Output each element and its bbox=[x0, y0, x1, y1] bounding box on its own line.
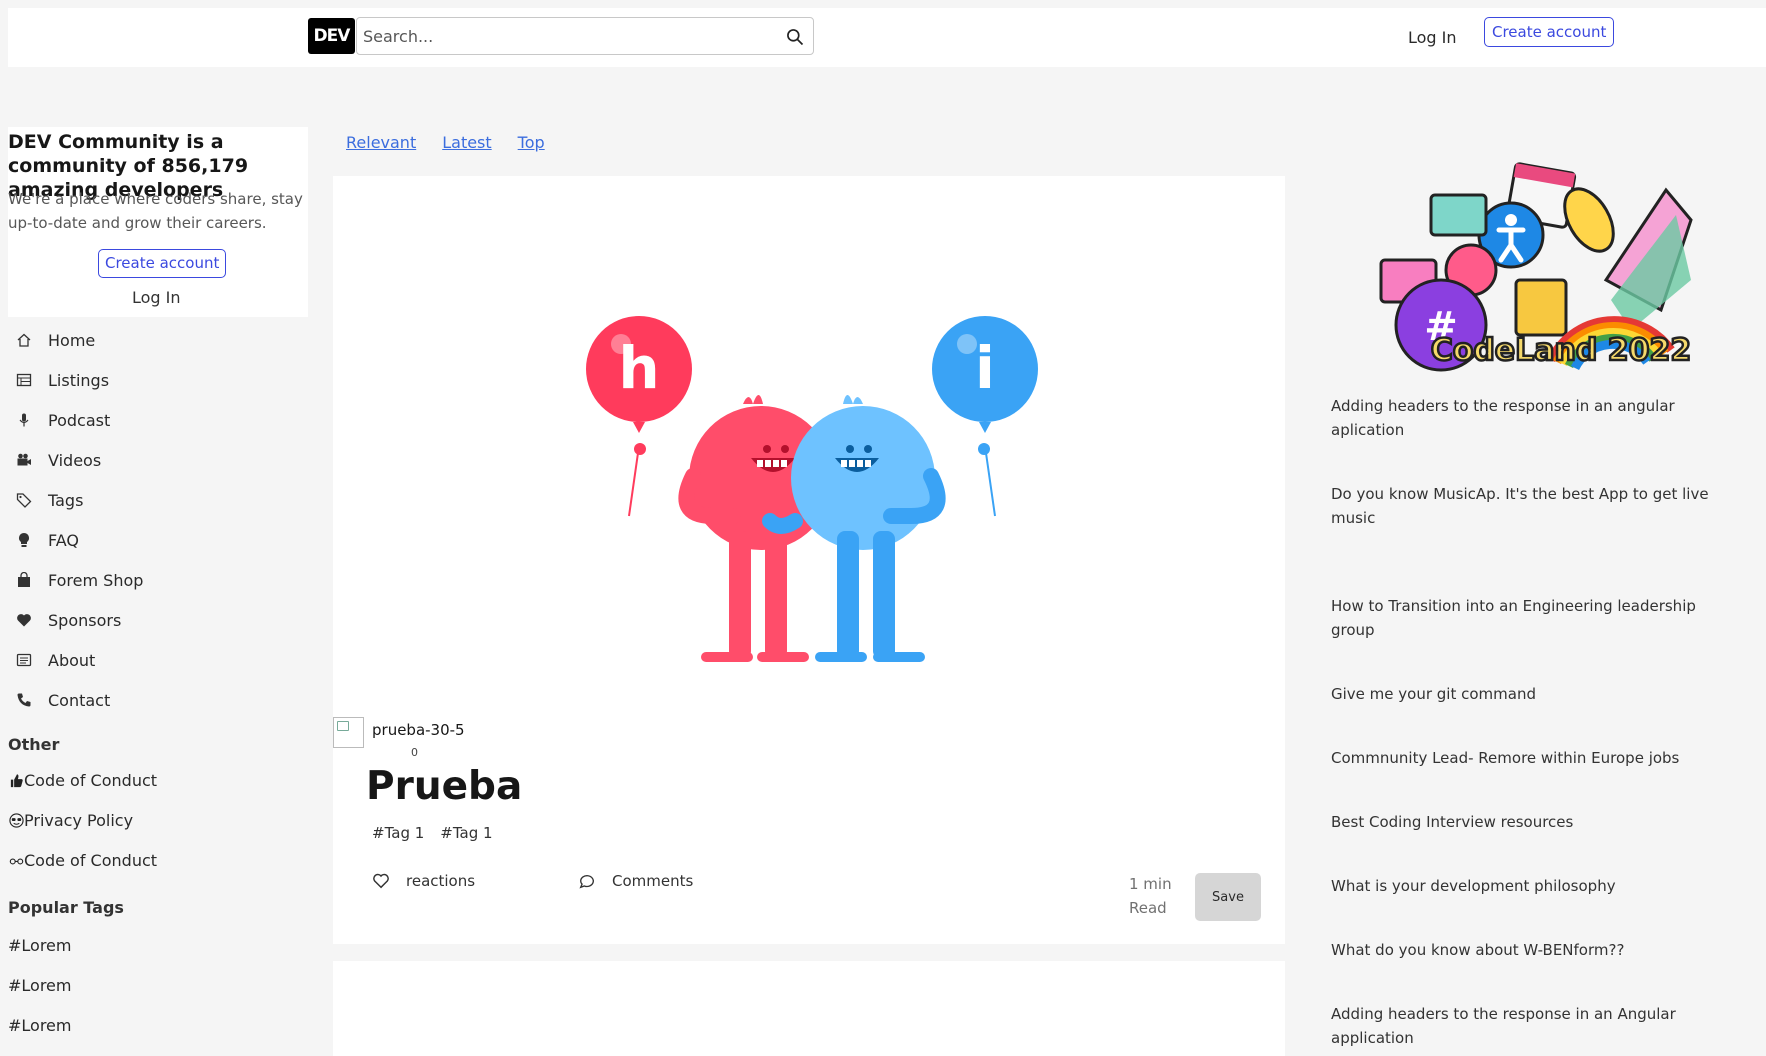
post-title[interactable]: Prueba bbox=[366, 764, 522, 809]
video-camera-icon bbox=[16, 452, 32, 468]
list-item[interactable]: How to Transition into an Engineering le… bbox=[1331, 594, 1716, 642]
feed-tabs: Relevant Latest Top bbox=[346, 133, 545, 152]
list-item[interactable]: Do you know MusicAp. It's the best App t… bbox=[1331, 482, 1716, 530]
post-cover-image[interactable]: h i bbox=[333, 176, 1285, 706]
sidebar-item-about[interactable]: About bbox=[8, 640, 308, 680]
lightbulb-icon bbox=[16, 532, 32, 548]
other-item-code-of-conduct-2[interactable]: Code of Conduct bbox=[8, 840, 308, 880]
search-input[interactable] bbox=[357, 18, 769, 54]
promo-text: CodeLand 2022 bbox=[1431, 333, 1692, 368]
other-item-label: Privacy Policy bbox=[24, 810, 134, 830]
post-tags: Tag 1 Tag 1 bbox=[372, 824, 493, 842]
post-author-name[interactable]: prueba-30-5 bbox=[372, 721, 465, 739]
popular-tags-list: #Lorem #Lorem #Lorem bbox=[8, 925, 308, 1045]
tab-relevant[interactable]: Relevant bbox=[346, 133, 416, 152]
search-box bbox=[356, 17, 814, 55]
sidebar-item-label: Tags bbox=[48, 490, 84, 510]
tab-top[interactable]: Top bbox=[518, 133, 545, 152]
dev-logo[interactable]: DEV bbox=[308, 18, 355, 54]
sunglasses-icon bbox=[8, 812, 24, 828]
about-icon bbox=[16, 652, 32, 668]
svg-text:h: h bbox=[618, 334, 659, 402]
list-item[interactable]: Adding headers to the response in an Ang… bbox=[1331, 1002, 1716, 1050]
list-item[interactable]: Commnunity Lead- Remore within Europe jo… bbox=[1331, 746, 1716, 770]
popular-tag-item[interactable]: #Lorem bbox=[8, 925, 308, 965]
svg-text:i: i bbox=[975, 334, 995, 402]
sidebar-item-listings[interactable]: Listings bbox=[8, 360, 308, 400]
microphone-icon bbox=[16, 412, 32, 428]
author-avatar[interactable] bbox=[333, 717, 364, 748]
list-item[interactable]: Best Coding Interview resources bbox=[1331, 810, 1716, 834]
sidebar-nav: Home Listings Podcast Videos Tags FAQ Fo… bbox=[8, 320, 308, 720]
other-item-label: Code of Conduct bbox=[24, 850, 158, 870]
heart-outline-icon bbox=[373, 873, 389, 889]
phone-icon bbox=[16, 692, 32, 708]
other-item-privacy-policy[interactable]: Privacy Policy bbox=[8, 800, 308, 840]
sidebar-item-label: Listings bbox=[48, 370, 110, 390]
other-item-label: Code of Conduct bbox=[24, 770, 158, 790]
tab-latest[interactable]: Latest bbox=[442, 133, 491, 152]
sidebar-item-label: Contact bbox=[48, 690, 111, 710]
other-item-code-of-conduct[interactable]: Code of Conduct bbox=[8, 760, 308, 800]
header-login-link[interactable]: Log In bbox=[1408, 28, 1457, 47]
comment-icon bbox=[579, 875, 594, 889]
sidebar-item-label: Videos bbox=[48, 450, 102, 470]
codeland-promo-image[interactable]: # CodeLand 2022 bbox=[1361, 160, 1696, 400]
community-intro-description: We're a place where coders share, stay u… bbox=[8, 190, 303, 232]
list-item[interactable]: Give me your git command bbox=[1331, 682, 1716, 706]
listings-icon bbox=[16, 372, 32, 388]
community-intro-card: DEV Community is a community of 856,179 … bbox=[8, 127, 308, 317]
sidebar-create-account-button[interactable]: Create account bbox=[98, 249, 227, 278]
read-time: 1 min Read bbox=[1129, 875, 1172, 917]
post-date: 0 bbox=[411, 746, 418, 759]
thumbs-up-icon bbox=[8, 772, 24, 788]
sidebar-item-label: Home bbox=[48, 330, 96, 350]
post-tag[interactable]: Tag 1 bbox=[440, 824, 493, 842]
post-tag[interactable]: Tag 1 bbox=[372, 824, 425, 842]
list-item[interactable]: Adding headers to the response in an ang… bbox=[1331, 394, 1716, 442]
save-button[interactable]: Save bbox=[1195, 873, 1261, 921]
post-card: h i prueba-30-5 0 Prueba # Tag 1 # Tag 1… bbox=[333, 176, 1285, 944]
sidebar-item-faq[interactable]: FAQ bbox=[8, 520, 308, 560]
sidebar-item-label: FAQ bbox=[48, 530, 79, 550]
sidebar-item-forem-shop[interactable]: Forem Shop bbox=[8, 560, 308, 600]
sidebar-item-label: Sponsors bbox=[48, 610, 122, 630]
comments-button[interactable]: Comments bbox=[578, 872, 693, 890]
other-section-title: Other bbox=[8, 735, 60, 754]
other-links: Code of Conduct Privacy Policy Code of C… bbox=[8, 760, 308, 880]
header-create-account-button[interactable]: Create account bbox=[1484, 17, 1615, 47]
popular-tags-title: Popular Tags bbox=[8, 898, 124, 917]
reactions-label: reactions bbox=[406, 872, 476, 890]
list-item[interactable]: What do you know about W-BENform?? bbox=[1331, 938, 1716, 962]
shopping-bag-icon bbox=[16, 572, 32, 588]
sidebar-item-home[interactable]: Home bbox=[8, 320, 308, 360]
home-icon bbox=[16, 332, 32, 348]
list-item[interactable]: What is your development philosophy bbox=[1331, 874, 1716, 898]
sidebar-item-label: Podcast bbox=[48, 410, 111, 430]
reactions-button[interactable]: reactions bbox=[372, 872, 475, 890]
popular-tag-item[interactable]: #Lorem bbox=[8, 1005, 308, 1045]
sidebar-item-label: Forem Shop bbox=[48, 570, 144, 590]
post-card-next bbox=[333, 961, 1285, 1056]
sidebar-item-videos[interactable]: Videos bbox=[8, 440, 308, 480]
sidebar-item-tags[interactable]: Tags bbox=[8, 480, 308, 520]
comments-label: Comments bbox=[612, 872, 694, 890]
search-icon[interactable] bbox=[785, 27, 805, 47]
glasses-icon bbox=[8, 852, 24, 868]
sidebar-item-podcast[interactable]: Podcast bbox=[8, 400, 308, 440]
heart-icon bbox=[16, 612, 32, 628]
top-header: DEV Log In Create account bbox=[8, 8, 1766, 67]
tag-icon bbox=[16, 492, 32, 508]
sidebar-item-sponsors[interactable]: Sponsors bbox=[8, 600, 308, 640]
sidebar-item-label: About bbox=[48, 650, 96, 670]
sidebar-item-contact[interactable]: Contact bbox=[8, 680, 308, 720]
sidebar-login-link[interactable]: Log In bbox=[132, 288, 181, 307]
popular-tag-item[interactable]: #Lorem bbox=[8, 965, 308, 1005]
